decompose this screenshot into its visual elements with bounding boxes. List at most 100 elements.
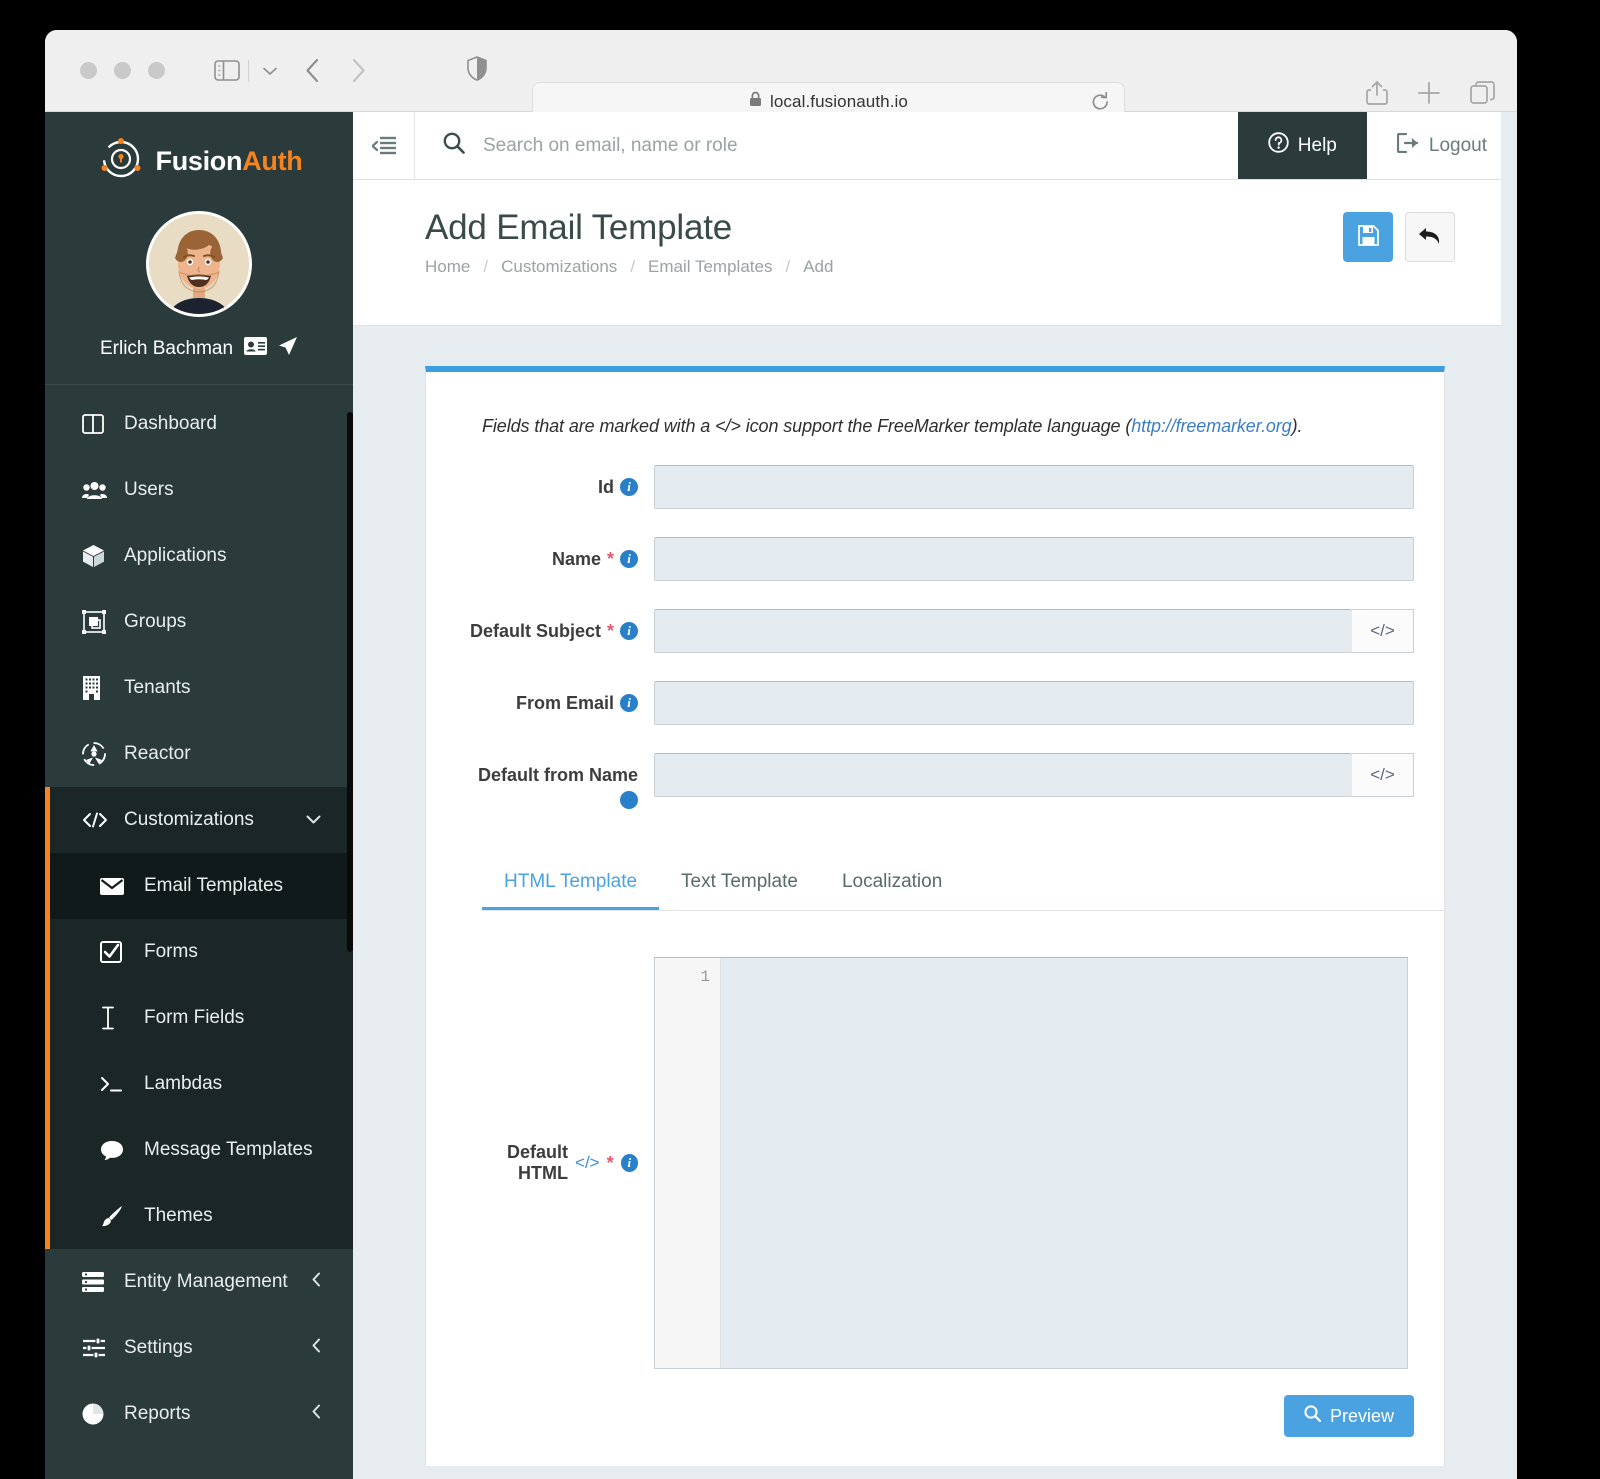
sidebar-item-lambdas[interactable]: Lambdas <box>50 1051 353 1117</box>
maximize-window-button[interactable] <box>148 62 165 79</box>
forward-button[interactable] <box>335 53 381 89</box>
required-marker: * <box>606 1152 614 1173</box>
terminal-icon <box>100 1075 134 1093</box>
sidebar-item-message-templates[interactable]: Message Templates <box>50 1117 353 1183</box>
back-button[interactable] <box>289 53 335 89</box>
privacy-shield-icon[interactable] <box>467 55 487 86</box>
logout-button[interactable]: Logout <box>1366 112 1517 179</box>
cube-icon <box>82 544 116 568</box>
sidebar-item-customizations[interactable]: Customizations <box>50 787 353 853</box>
close-window-button[interactable] <box>80 62 97 79</box>
field-label: Name * i <box>456 537 654 581</box>
search-input[interactable] <box>483 134 1238 157</box>
sidebar-item-email-templates[interactable]: Email Templates <box>50 853 353 919</box>
sidebar-item-entity-management[interactable]: Entity Management <box>45 1249 353 1315</box>
form-row-name: Name * i <box>456 537 1414 581</box>
sidebar-item-label: Settings <box>124 1337 193 1358</box>
info-icon[interactable]: i <box>620 478 638 496</box>
paper-plane-icon[interactable] <box>278 336 298 362</box>
sidebar-item-label: Users <box>124 479 174 500</box>
field-label: Id i <box>456 465 654 509</box>
reactor-icon <box>82 742 116 766</box>
required-marker: * <box>606 620 614 641</box>
url-text: local.fusionauth.io <box>770 91 908 111</box>
sidebar-item-users[interactable]: Users <box>45 457 353 523</box>
tab-text-template[interactable]: Text Template <box>659 857 820 910</box>
sidebar-item-dashboard[interactable]: Dashboard <box>45 391 353 457</box>
lock-icon <box>749 91 762 112</box>
sidebar-item-applications[interactable]: Applications <box>45 523 353 589</box>
search-bar[interactable] <box>415 112 1238 179</box>
breadcrumb-separator: / <box>483 257 489 276</box>
preview-button[interactable]: Preview <box>1283 1395 1414 1437</box>
window-controls[interactable] <box>80 62 165 79</box>
sidebar-item-label: Reactor <box>124 743 191 764</box>
chevron-down-icon[interactable] <box>249 61 289 81</box>
tab-html-template[interactable]: HTML Template <box>482 857 660 910</box>
from-email-input[interactable] <box>654 681 1414 725</box>
minimize-window-button[interactable] <box>114 62 131 79</box>
breadcrumb-item-home[interactable]: Home <box>425 257 470 277</box>
envelope-icon <box>100 877 134 895</box>
sidebar-item-label: Form Fields <box>144 1007 245 1028</box>
back-button[interactable] <box>1405 212 1455 262</box>
field-label: Default Subject * i <box>456 609 654 653</box>
id-card-icon[interactable] <box>244 337 268 361</box>
freemarker-toggle-button[interactable]: </> <box>1352 753 1414 797</box>
html-code-editor[interactable]: 1 <box>654 957 1408 1369</box>
chevron-left-icon[interactable] <box>312 1272 321 1292</box>
inline-code-glyph: </> <box>575 1153 600 1172</box>
info-icon[interactable]: i <box>620 550 638 568</box>
chevron-down-icon[interactable] <box>306 811 321 829</box>
sidebar: FusionAuth Erlich Bachman Dashboard User… <box>45 112 353 1479</box>
info-icon[interactable]: i <box>620 791 638 820</box>
sidebar-item-reactor[interactable]: Reactor <box>45 721 353 787</box>
sidebar-item-settings[interactable]: Settings <box>45 1315 353 1381</box>
avatar[interactable] <box>146 211 252 317</box>
preview-row: Preview <box>456 1369 1414 1437</box>
form-row-from-email: From Email i <box>456 681 1414 725</box>
info-icon[interactable]: i <box>620 694 638 712</box>
sidebar-item-tenants[interactable]: Tenants <box>45 655 353 721</box>
breadcrumb-item-add: Add <box>803 257 834 276</box>
preview-label: Preview <box>1329 1405 1394 1426</box>
brand-logo[interactable]: FusionAuth <box>45 134 353 189</box>
sidebar-item-label: Lambdas <box>144 1073 223 1094</box>
breadcrumb-item-email-templates[interactable]: Email Templates <box>648 257 772 277</box>
sidebar-item-reports[interactable]: Reports <box>45 1381 353 1447</box>
sliders-icon <box>82 1337 116 1359</box>
name-input[interactable] <box>654 537 1414 581</box>
info-icon[interactable]: i <box>620 1154 638 1172</box>
editor-text-area[interactable] <box>721 958 1407 1368</box>
id-input[interactable] <box>654 465 1414 509</box>
tab-overview-icon[interactable] <box>1470 81 1495 110</box>
sidebar-item-forms[interactable]: Forms <box>50 919 353 985</box>
default-from-name-input[interactable] <box>654 753 1352 797</box>
breadcrumb-item-customizations[interactable]: Customizations <box>501 257 617 277</box>
help-button[interactable]: Help <box>1237 112 1367 179</box>
pie-chart-icon <box>82 1403 116 1426</box>
share-icon[interactable] <box>1366 80 1388 111</box>
user-info: Erlich Bachman <box>45 336 353 384</box>
sidebar-item-groups[interactable]: Groups <box>45 589 353 655</box>
sidebar-header: FusionAuth Erlich Bachman <box>45 112 353 384</box>
save-button[interactable] <box>1343 212 1393 262</box>
freemarker-note: Fields that are marked with a </> icon s… <box>456 408 1414 437</box>
sidebar-item-themes[interactable]: Themes <box>50 1183 353 1249</box>
sidebar-item-form-fields[interactable]: Form Fields <box>50 985 353 1051</box>
info-icon[interactable]: i <box>620 622 638 640</box>
sidebar-nav: Dashboard Users Applications Groups Tena <box>45 385 353 1447</box>
floppy-save-icon <box>1357 225 1379 249</box>
chevron-left-icon[interactable] <box>312 1338 321 1358</box>
freemarker-link[interactable]: http://freemarker.org <box>1131 416 1291 436</box>
freemarker-toggle-button[interactable]: </> <box>1352 609 1414 653</box>
tab-localization[interactable]: Localization <box>820 857 964 910</box>
chevron-left-icon[interactable] <box>312 1404 321 1424</box>
sidebar-toggle-icon[interactable] <box>210 57 244 85</box>
collapse-menu-icon[interactable] <box>353 112 415 179</box>
main-scrollbar[interactable] <box>1501 112 1517 1479</box>
default-subject-input[interactable] <box>654 609 1352 653</box>
plus-icon[interactable] <box>1417 81 1441 110</box>
note-before: Fields that are marked with a <box>482 416 716 436</box>
username-label: Erlich Bachman <box>99 338 234 359</box>
